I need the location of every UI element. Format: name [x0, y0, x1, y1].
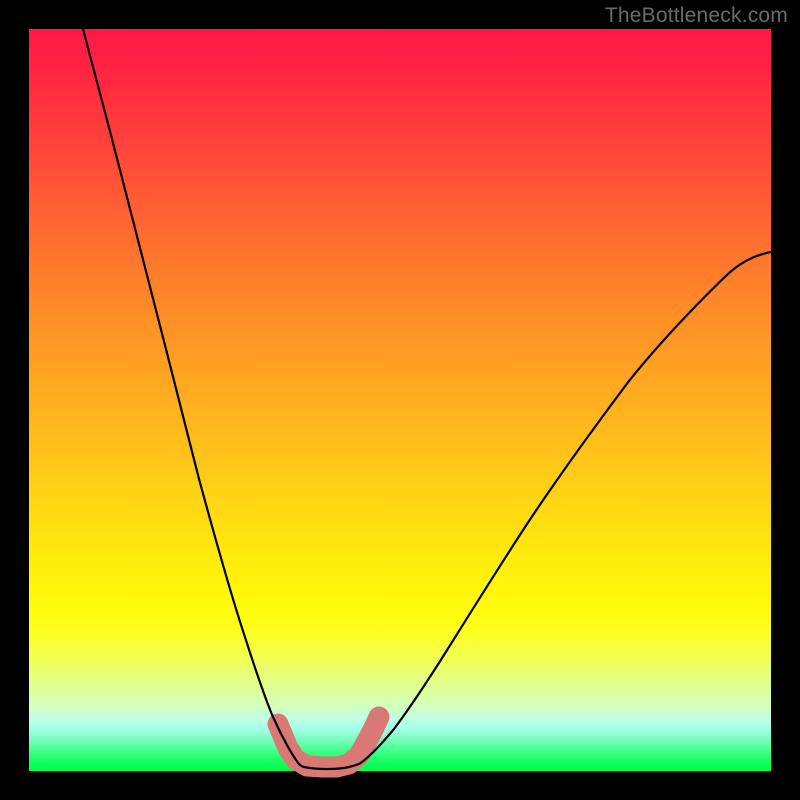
left-curve [83, 29, 304, 767]
chart-frame: TheBottleneck.com [0, 0, 800, 800]
watermark-text: TheBottleneck.com [605, 4, 788, 28]
chart-svg [29, 29, 771, 771]
right-curve [349, 252, 771, 767]
plot-area [29, 29, 771, 771]
